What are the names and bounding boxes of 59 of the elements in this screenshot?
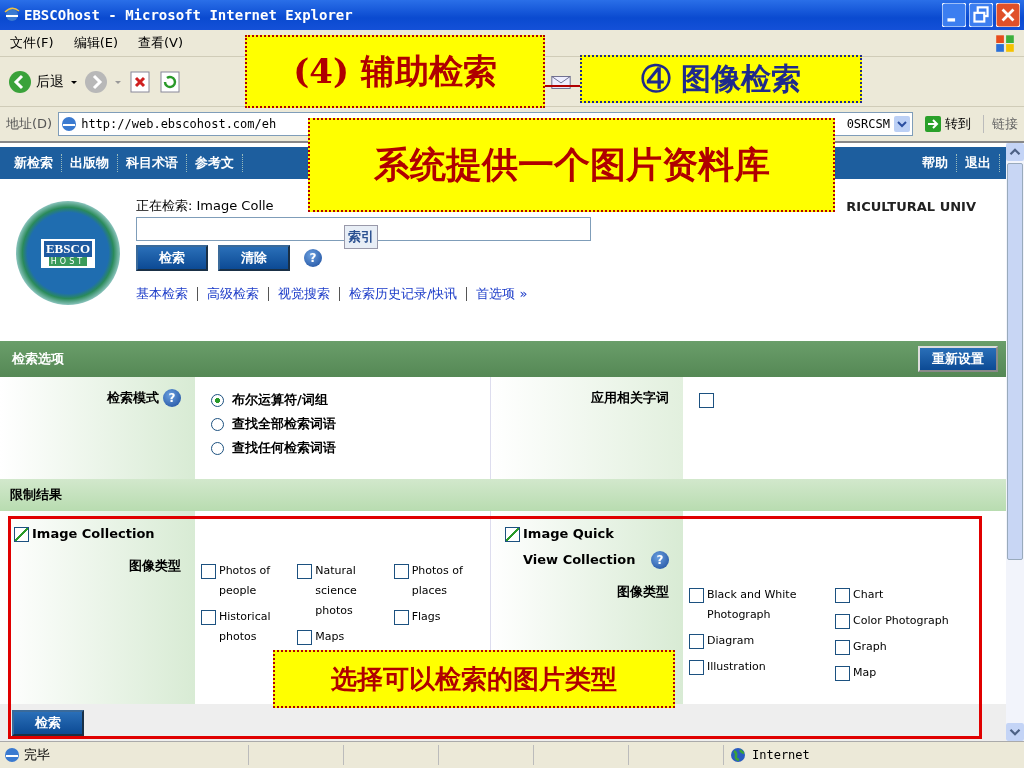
field-label: 检索模式 xyxy=(107,389,159,408)
image-type-label: Graph xyxy=(853,639,887,656)
go-button[interactable]: 转到 xyxy=(919,115,977,134)
nav-link[interactable]: 帮助 xyxy=(914,154,957,173)
action-button[interactable]: 检索 xyxy=(136,245,208,272)
action-button[interactable]: 清除 xyxy=(218,245,290,272)
nav-link[interactable]: 退出 xyxy=(957,154,1000,173)
help-icon[interactable]: ? xyxy=(304,249,322,268)
institution-name: RICULTURAL UNIV xyxy=(846,198,976,214)
callout: (4) 辅助检索 xyxy=(245,35,545,108)
section-title: 限制结果 xyxy=(10,486,62,505)
image-type-label: Map xyxy=(853,665,877,682)
image-type-label: Historical photos xyxy=(219,609,272,646)
image-type-label: Black and White Photograph xyxy=(707,587,798,624)
radio-label: 查找任何检索词语 xyxy=(232,439,336,458)
nav-link[interactable]: 出版物 xyxy=(62,154,118,173)
ebsco-logo: EBSCO HOST xyxy=(16,201,120,306)
help-icon[interactable]: ? xyxy=(651,551,669,570)
radio-label: 布尔运算符/词组 xyxy=(232,391,328,410)
nav-link[interactable]: 新检索 xyxy=(6,154,62,173)
image-type-label: Illustration xyxy=(707,659,766,676)
help-icon[interactable]: ? xyxy=(163,389,181,408)
menu-item[interactable]: 文件(F) xyxy=(10,33,54,52)
field-label: 图像类型 xyxy=(617,583,669,602)
field-label: 图像类型 xyxy=(129,557,181,576)
searching-label: 正在检索: Image Colle xyxy=(136,197,274,216)
window-title: EBSCOhost - Microsoft Internet Explorer xyxy=(24,6,353,23)
image-type-label: Diagram xyxy=(707,633,755,650)
search-button[interactable]: 检索 xyxy=(12,709,84,736)
collection-label: Image Quick View Collection xyxy=(523,525,637,570)
search-mode-link[interactable]: 首选项 » xyxy=(476,285,528,304)
image-type-label: Chart xyxy=(853,587,884,604)
image-type-label: Maps xyxy=(315,629,345,646)
radio-label: 查找全部检索词语 xyxy=(232,415,336,434)
collection-label: Image Collection xyxy=(32,525,155,544)
image-type-label: Color Photograph xyxy=(853,613,949,630)
image-type-label: Photos of places xyxy=(411,563,464,600)
search-mode-link[interactable]: 高级检索 xyxy=(207,285,259,304)
menu-item[interactable]: 编辑(E) xyxy=(73,33,118,52)
callout: ④ 图像检索 xyxy=(580,55,862,103)
menu-item[interactable]: 查看(V) xyxy=(138,33,184,52)
search-mode-link[interactable]: 视觉搜索 xyxy=(278,285,330,304)
nav-link[interactable]: 科目术语 xyxy=(118,154,187,173)
field-label: 应用相关字词 xyxy=(591,389,669,408)
section-title: 检索选项 xyxy=(12,350,64,369)
search-mode-link[interactable]: 检索历史记录/快讯 xyxy=(349,285,458,304)
reset-button[interactable]: 重新设置 xyxy=(918,346,998,373)
image-type-label: Photos of people xyxy=(219,563,272,600)
address-label: 地址(D) xyxy=(6,115,53,134)
callout: 系统提供一个图片资料库 xyxy=(308,118,835,212)
links-label[interactable]: 链接 xyxy=(983,115,1018,134)
callout: 选择可以检索的图片类型 xyxy=(273,650,675,708)
status-text: 完毕 xyxy=(24,746,51,765)
nav-link[interactable]: 参考文 xyxy=(187,154,243,173)
image-type-label: Natural science photos xyxy=(315,563,358,620)
back-button[interactable]: 后退 xyxy=(8,69,64,94)
zone-label: Internet xyxy=(752,748,810,763)
search-mode-link[interactable]: 基本检索 xyxy=(136,285,188,304)
image-type-label: Flags xyxy=(411,609,441,626)
